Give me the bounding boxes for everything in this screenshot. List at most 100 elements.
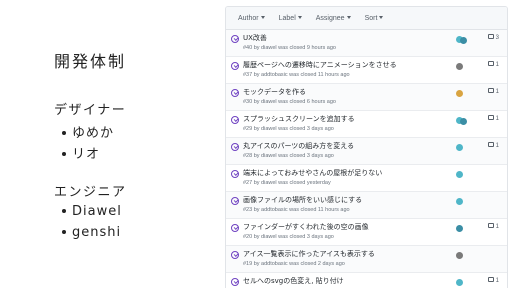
assignee-filter-label: Assignee [315,14,345,22]
comment-icon [487,223,494,228]
avatar [460,118,467,125]
issue-meta: #37 by addtobasic was closed 11 hours ag… [243,72,350,78]
team-title: 開発体制 [54,52,127,71]
issue-meta: #20 by diawel was closed 3 days ago [243,234,334,240]
label-filter[interactable]: Label [279,15,302,22]
avatar [456,90,463,97]
issue-meta: #30 by diawel was closed 6 hours ago [243,99,336,105]
author-filter[interactable]: Author [238,15,265,22]
caret-down-icon [297,16,302,20]
issue-title-link[interactable]: 画像ファイルの場所をいい感じにする [243,195,362,205]
slide-content: 開発体制 デザイナー ゆめか リオ エンジニア Diawel genshi [0,0,222,288]
issue-title-link[interactable]: セルへのsvgの色変え, 貼り付け [243,276,344,286]
designer-member: ゆめか [62,122,114,141]
assignee-avatars[interactable] [456,63,472,73]
issue-title-link[interactable]: 履歴ページへの遷移時にアニメーションをさせる [243,60,397,70]
assignee-avatars[interactable] [456,225,472,235]
comment-count[interactable]: 3 [487,34,499,42]
avatar [456,171,463,178]
comment-icon [487,61,494,66]
comment-count-value: 1 [495,224,499,231]
engineer-heading: エンジニア [54,185,127,200]
sort-filter[interactable]: Sort [365,15,384,22]
assignee-avatars[interactable] [456,90,472,100]
avatar [456,63,463,70]
designer-name: ゆめか [72,126,115,141]
comment-count[interactable]: 1 [487,115,499,123]
comment-count-value: 3 [495,35,499,42]
avatar [456,225,463,232]
issue-closed-icon [231,35,239,43]
avatar [456,144,463,151]
issue-title-link[interactable]: 端末によっておみせやさんの屋根が足りない [243,168,382,178]
comment-icon [487,88,494,93]
issue-row[interactable]: スプラッシュスクリーンを追加する #29 by diawel was closed… [226,111,507,138]
assignee-avatars[interactable] [456,171,472,181]
label-filter-label: Label [278,14,296,22]
comment-count[interactable]: 1 [487,223,499,231]
issue-title-link[interactable]: ファインダーがすくわれた後の空の画像 [243,222,369,232]
issue-row[interactable]: ファインダーがすくわれた後の空の画像 #20 by diawel was clos… [226,219,507,246]
issue-closed-icon [231,224,239,232]
issue-title-link[interactable]: スプラッシュスクリーンを追加する [243,114,355,124]
comment-count[interactable]: 1 [487,277,499,284]
issue-title-link[interactable]: UX改善 [243,33,267,43]
issue-title-link[interactable]: モックデータを作る [243,87,306,97]
issue-meta: #28 by diawel was closed 3 days ago [243,153,334,159]
issue-meta: #23 by addtobasic was closed 11 hours ag… [243,207,350,213]
issue-filter-bar: Author Label Assignee Sort [226,7,507,30]
engineer-name: Diawel [72,204,122,219]
assignee-avatars[interactable] [456,198,472,208]
issue-row[interactable]: 丸アイスのパーツの組み方を変える #28 by diawel was closed… [226,138,507,165]
issue-closed-icon [231,278,239,286]
engineer-member: genshi [62,225,121,240]
assignee-filter[interactable]: Assignee [316,15,351,22]
issue-row[interactable]: UX改善 #40 by diawel was closed 9 hours ago… [226,30,507,57]
issue-row[interactable]: 履歴ページへの遷移時にアニメーションをさせる #37 by addtobasic … [226,57,507,84]
issue-title-link[interactable]: 丸アイスのパーツの組み方を変える [243,141,354,151]
issue-closed-icon [231,116,239,124]
issue-closed-icon [231,197,239,205]
issue-row[interactable]: 画像ファイルの場所をいい感じにする #23 by addtobasic was c… [226,192,507,219]
caret-down-icon [346,16,351,20]
issue-row[interactable]: セルへのsvgの色変え, 貼り付け 1 [226,273,507,288]
issue-meta: #27 by diawel was closed yesterday [243,180,331,186]
comment-count[interactable]: 1 [487,142,499,150]
issue-meta: #19 by addtobasic was closed 2 days ago [243,261,345,267]
caret-down-icon [260,16,265,20]
issue-row[interactable]: アイス一覧表示に作ったアイスも表示する #19 by addtobasic was… [226,246,507,273]
issue-row[interactable]: モックデータを作る #30 by diawel was closed 6 hour… [226,84,507,111]
bullet-icon [62,151,66,156]
issue-row[interactable]: 端末によっておみせやさんの屋根が足りない #27 by diawel was cl… [226,165,507,192]
avatar [456,252,463,259]
issue-closed-icon [231,170,239,178]
avatar [460,37,467,44]
avatar [456,279,463,286]
author-filter-label: Author [238,14,259,22]
designer-name: リオ [72,147,101,162]
comment-count-value: 1 [495,143,499,150]
assignee-avatars[interactable] [456,279,472,288]
comment-icon [487,277,494,282]
comment-count-value: 1 [495,89,499,96]
comment-icon [487,34,494,39]
bullet-icon [62,130,66,135]
comment-icon [487,115,494,120]
comment-count[interactable]: 1 [487,88,499,96]
assignee-avatars[interactable] [456,117,472,127]
bullet-icon [62,229,66,234]
issue-closed-icon [231,89,239,97]
assignee-avatars[interactable] [456,144,472,154]
assignee-avatars[interactable] [456,36,472,46]
comment-count[interactable]: 1 [487,61,499,69]
issue-title-link[interactable]: アイス一覧表示に作ったアイスも表示する [243,249,375,259]
engineer-member: Diawel [62,204,122,219]
issue-closed-icon [231,251,239,259]
comment-count-value: 1 [495,62,499,69]
assignee-avatars[interactable] [456,252,472,262]
caret-down-icon [379,16,384,20]
issue-closed-icon [231,143,239,151]
comment-count-value: 1 [495,116,499,123]
issue-meta: #29 by diawel was closed 3 days ago [243,126,334,132]
avatar [456,198,463,205]
